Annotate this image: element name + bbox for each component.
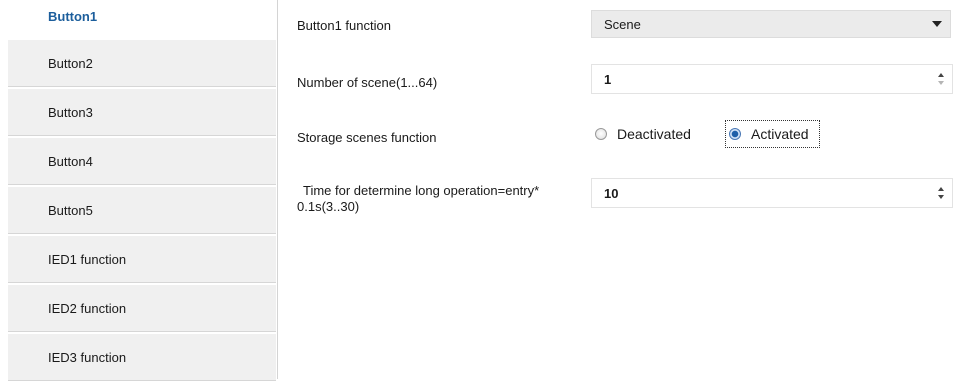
sidebar-item-label: Button3 [48,104,93,120]
scene-number-stepper[interactable]: 1 [591,64,953,94]
button-function-select[interactable]: Scene [591,10,951,38]
parameter-panel: Button1 function Scene Number of scene(1… [278,0,955,379]
sidebar: Button1 Button2 Button3 Button4 Button5 … [0,0,278,381]
long-operation-label: Time for determine long operation=entry*… [297,183,539,215]
scene-number-value: 1 [604,71,612,87]
radio-checked-icon[interactable] [729,128,741,140]
sidebar-item-ied1-function[interactable]: IED1 function [8,236,276,283]
long-operation-value: 10 [604,185,619,201]
sidebar-item-label: IED2 function [48,300,127,316]
sidebar-item-button5[interactable]: Button5 [8,187,276,234]
sidebar-item-label: IED3 function [48,349,127,365]
sidebar-item-ied2-function[interactable]: IED2 function [8,285,276,332]
sidebar-item-button3[interactable]: Button3 [8,89,276,136]
radio-activated[interactable]: Activated [725,120,820,148]
chevron-down-icon[interactable] [932,21,942,27]
scene-number-label: Number of scene(1...64) [297,75,438,90]
spin-up-icon[interactable] [938,73,944,77]
sidebar-item-label: Button5 [48,202,93,218]
spin-down-icon[interactable] [938,195,944,199]
radio-label: Deactivated [617,126,691,142]
spin-up-icon[interactable] [938,187,944,191]
storage-scenes-label: Storage scenes function [297,130,437,145]
long-operation-label-line2: 0.1s(3..30) [297,199,360,214]
sidebar-item-label: Button1 [48,9,98,24]
long-operation-label-line1: Time for determine long operation=entry* [303,183,540,198]
long-operation-stepper[interactable]: 10 [591,178,953,208]
radio-label: Activated [751,126,809,142]
sidebar-item-button2[interactable]: Button2 [8,40,276,87]
button-function-label: Button1 function [297,18,391,33]
spin-down-icon[interactable] [938,81,944,85]
sidebar-item-button4[interactable]: Button4 [8,138,276,185]
sidebar-item-label: IED1 function [48,251,127,267]
radio-unchecked-icon[interactable] [595,128,607,140]
button-function-value: Scene [604,16,641,32]
radio-deactivated[interactable]: Deactivated [595,120,691,148]
sidebar-item-label: Button2 [48,55,93,71]
sidebar-item-ied3-function[interactable]: IED3 function [8,334,276,381]
sidebar-item-label: Button4 [48,153,93,169]
